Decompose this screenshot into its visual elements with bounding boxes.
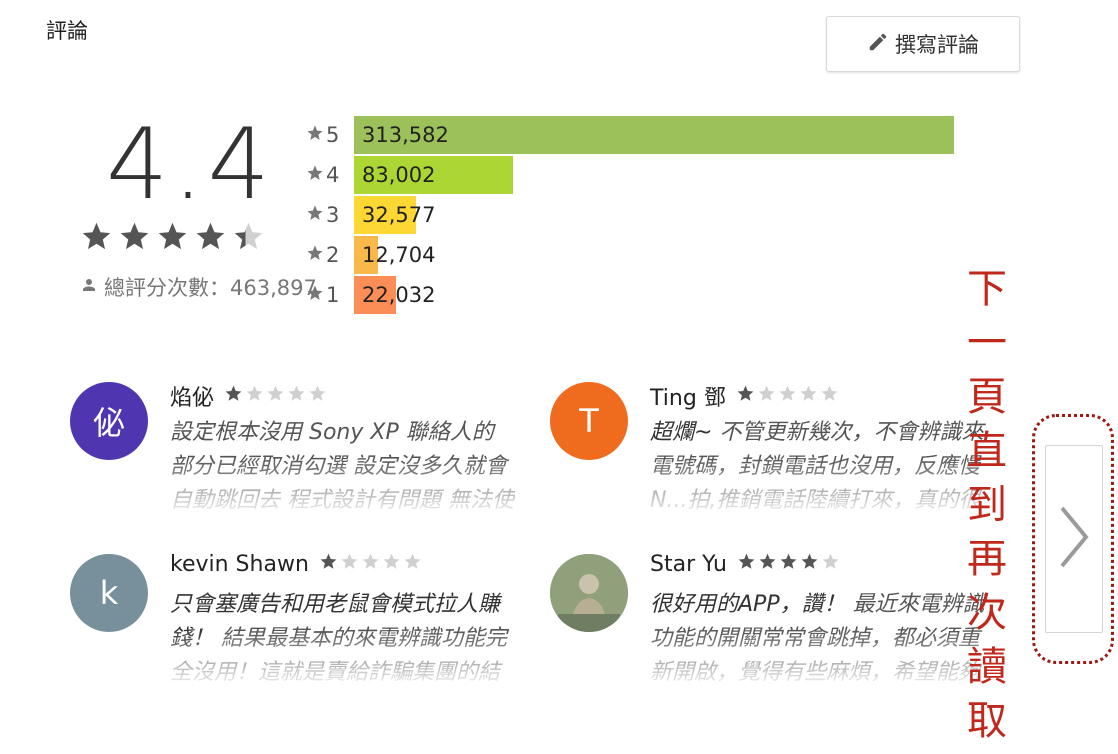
- histogram-star-label: 5: [306, 123, 354, 147]
- star-icon: [382, 552, 401, 577]
- star-icon: [266, 384, 285, 409]
- write-review-label: 撰寫評論: [895, 33, 979, 57]
- histogram-row: 4 83,002: [306, 155, 513, 195]
- histogram-star-value: 1: [326, 283, 340, 307]
- histogram-row: 2 12,704: [306, 235, 435, 275]
- histogram-star-value: 2: [326, 243, 340, 267]
- review-card: T Ting 鄧 超爛~ 不管更新幾次，不會辨識來電號碼，封鎖電話也沒用，反應慢…: [550, 380, 995, 542]
- review-rating: [319, 552, 422, 577]
- star-icon: [821, 552, 840, 577]
- histogram-star-label: 1: [306, 283, 354, 307]
- avatar[interactable]: k: [70, 554, 148, 632]
- star-icon: [778, 384, 797, 409]
- histogram-star-value: 3: [326, 203, 340, 227]
- star-icon: [736, 384, 755, 409]
- star-icon: [779, 552, 798, 577]
- total-ratings-label: 總評分次數：463,897: [104, 276, 317, 300]
- reviewer-name-row: Ting 鄧: [650, 380, 839, 412]
- star-icon: [194, 220, 227, 257]
- review-body: 結果最基本的來電辨識功能完全沒用！這就是賣給詐騙集團的結果吧: [170, 626, 508, 685]
- avatar[interactable]: T: [550, 382, 628, 460]
- review-title: 只會塞廣告和用老鼠會模式拉人賺錢！: [170, 592, 501, 651]
- pencil-icon: [867, 31, 889, 58]
- avatar-letter: T: [579, 402, 599, 440]
- star-icon: [232, 220, 265, 257]
- star-icon: [156, 220, 189, 257]
- avatar-letter: k: [99, 574, 119, 612]
- reviewer-name[interactable]: Ting 鄧: [650, 380, 726, 412]
- histogram-count: 22,032: [362, 283, 436, 307]
- star-icon: [800, 552, 819, 577]
- star-icon: [287, 384, 306, 409]
- person-icon: [80, 275, 98, 299]
- review-rating: [224, 384, 327, 409]
- histogram-star-label: 4: [306, 163, 354, 187]
- review-text: 設定根本沒用 Sony XP 聯絡人的部分已經取消勾選 設定沒多久就會自動跳回去…: [170, 416, 515, 518]
- star-icon: [361, 552, 380, 577]
- star-icon: [340, 552, 359, 577]
- review-card: Star Yu 很好用的APP，讚！ 最近來電辨識功能的開關常常會跳掉，都必須重…: [550, 552, 995, 714]
- reviewer-name-row: Star Yu: [650, 552, 840, 577]
- star-icon: [306, 243, 324, 267]
- avatar[interactable]: [550, 554, 628, 632]
- histogram-star-label: 3: [306, 203, 354, 227]
- star-icon: [306, 203, 324, 227]
- star-icon: [224, 384, 243, 409]
- star-icon: [306, 123, 324, 147]
- star-icon: [306, 283, 324, 307]
- reviewer-name-row: kevin Shawn: [170, 552, 422, 577]
- star-icon: [737, 552, 756, 577]
- histogram-count: 313,582: [362, 123, 449, 147]
- star-icon: [118, 220, 151, 257]
- histogram-star-value: 5: [326, 123, 340, 147]
- histogram-row: 3 32,577: [306, 195, 435, 235]
- chevron-right-icon: [1054, 502, 1094, 576]
- average-stars: [80, 220, 265, 257]
- star-icon: [799, 384, 818, 409]
- reviews-title: 評論: [46, 19, 88, 43]
- star-icon: [319, 552, 338, 577]
- review-title: 很好用的APP，讚！: [650, 592, 846, 617]
- histogram-count: 83,002: [362, 163, 436, 187]
- reviewer-name[interactable]: kevin Shawn: [170, 552, 309, 577]
- histogram-count: 32,577: [362, 203, 436, 227]
- review-card: 佖 焰佖 設定根本沒用 Sony XP 聯絡人的部分已經取消勾選 設定沒多久就會…: [70, 380, 515, 542]
- review-text: 超爛~ 不管更新幾次，不會辨識來電號碼，封鎖電話也沒用，反應慢N...拍,推銷電…: [650, 416, 995, 518]
- reviewer-name-row: 焰佖: [170, 380, 327, 412]
- review-rating: [737, 552, 840, 577]
- star-icon: [245, 384, 264, 409]
- avatar-letter: 佖: [92, 404, 125, 442]
- histogram-star-label: 2: [306, 243, 354, 267]
- star-icon: [820, 384, 839, 409]
- histogram-row: 1 22,032: [306, 275, 435, 315]
- review-text: 只會塞廣告和用老鼠會模式拉人賺錢！ 結果最基本的來電辨識功能完全沒用！這就是賣給…: [170, 588, 515, 690]
- review-title: 超爛~: [650, 420, 713, 445]
- star-icon: [80, 220, 113, 257]
- histogram-count: 12,704: [362, 243, 436, 267]
- write-review-button[interactable]: 撰寫評論: [826, 16, 1020, 72]
- star-icon: [308, 384, 327, 409]
- star-icon: [403, 552, 422, 577]
- review-text: 很好用的APP，讚！ 最近來電辨識功能的開關常常會跳掉，都必須重新開啟，覺得有些…: [650, 588, 995, 690]
- reviewer-name[interactable]: 焰佖: [170, 380, 214, 412]
- star-icon: [758, 552, 777, 577]
- star-icon: [306, 163, 324, 187]
- total-ratings: 總評分次數：463,897: [80, 272, 317, 302]
- star-icon: [757, 384, 776, 409]
- avatar[interactable]: 佖: [70, 382, 148, 460]
- next-page-button[interactable]: [1045, 445, 1103, 633]
- annotation-text: 下一頁直到再次讀取: [967, 266, 1007, 744]
- histogram-row: 5 313,582: [306, 115, 954, 155]
- histogram-star-value: 4: [326, 163, 340, 187]
- review-body: 設定根本沒用 Sony XP 聯絡人的部分已經取消勾選 設定沒多久就會自動跳回去…: [170, 420, 514, 513]
- reviewer-name[interactable]: Star Yu: [650, 552, 727, 577]
- review-card: k kevin Shawn 只會塞廣告和用老鼠會模式拉人賺錢！ 結果最基本的來電…: [70, 552, 515, 714]
- review-rating: [736, 384, 839, 409]
- average-score: 4.4: [106, 108, 274, 222]
